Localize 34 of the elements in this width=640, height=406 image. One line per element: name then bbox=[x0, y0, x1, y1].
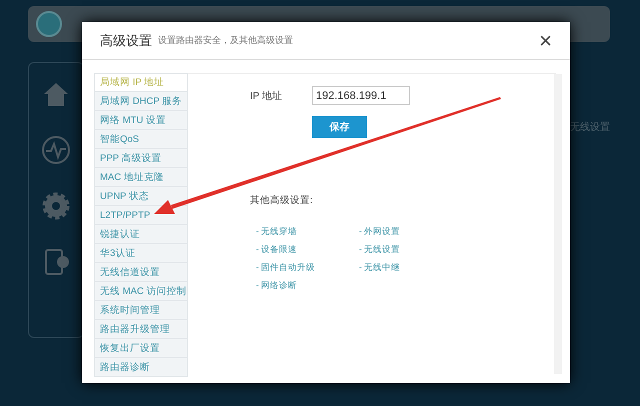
settings-link[interactable]: - 无线中继 bbox=[359, 261, 459, 273]
settings-link[interactable]: - 固件自动升级 bbox=[256, 261, 359, 273]
logo-icon bbox=[36, 11, 62, 37]
gear-icon[interactable] bbox=[41, 191, 71, 221]
settings-link[interactable]: - 设备限速 bbox=[256, 243, 359, 255]
settings-link[interactable]: - 网络诊断 bbox=[256, 279, 359, 291]
ip-input-field[interactable]: 192.168.199.1 bbox=[312, 86, 410, 105]
wireless-settings-label: 无线设置 bbox=[570, 120, 610, 135]
dialog-title: 高级设置 bbox=[100, 32, 152, 50]
other-settings-heading: 其他高级设置: bbox=[250, 194, 314, 207]
menu-item[interactable]: 局域网 DHCP 服务 bbox=[94, 92, 188, 111]
menu-item[interactable]: 路由器诊断 bbox=[94, 358, 188, 377]
ip-label: IP 地址 bbox=[250, 90, 284, 102]
menu-item[interactable]: 智能QoS bbox=[94, 130, 188, 149]
save-button[interactable]: 保存 bbox=[312, 116, 367, 138]
menu-item[interactable]: 华3认证 bbox=[94, 244, 188, 263]
dialog-subtitle: 设置路由器安全，及其他高级设置 bbox=[158, 34, 293, 47]
menu-item[interactable]: 无线信道设置 bbox=[94, 263, 188, 282]
close-button[interactable]: × bbox=[539, 30, 552, 52]
menu-item[interactable]: 系统时间管理 bbox=[94, 301, 188, 320]
menu-item[interactable]: PPP 高级设置 bbox=[94, 149, 188, 168]
settings-link[interactable]: - 无线设置 bbox=[359, 243, 459, 255]
menu-item[interactable]: 局域网 IP 地址 bbox=[94, 73, 188, 92]
menu-item[interactable]: 网络 MTU 设置 bbox=[94, 111, 188, 130]
menu-item[interactable]: 无线 MAC 访问控制 bbox=[94, 282, 188, 301]
menu-item[interactable]: 路由器升级管理 bbox=[94, 320, 188, 339]
settings-link[interactable]: - 外网设置 bbox=[359, 225, 459, 237]
menu-item[interactable]: MAC 地址克隆 bbox=[94, 168, 188, 187]
menu-item[interactable]: 恢复出厂设置 bbox=[94, 339, 188, 358]
settings-link[interactable]: - 无线穿墙 bbox=[256, 225, 359, 237]
menu-item[interactable]: UPNP 状态 bbox=[94, 187, 188, 206]
menu-item[interactable]: L2TP/PPTP bbox=[94, 206, 188, 225]
menu-item[interactable]: 锐捷认证 bbox=[94, 225, 188, 244]
pulse-icon[interactable] bbox=[41, 135, 71, 165]
